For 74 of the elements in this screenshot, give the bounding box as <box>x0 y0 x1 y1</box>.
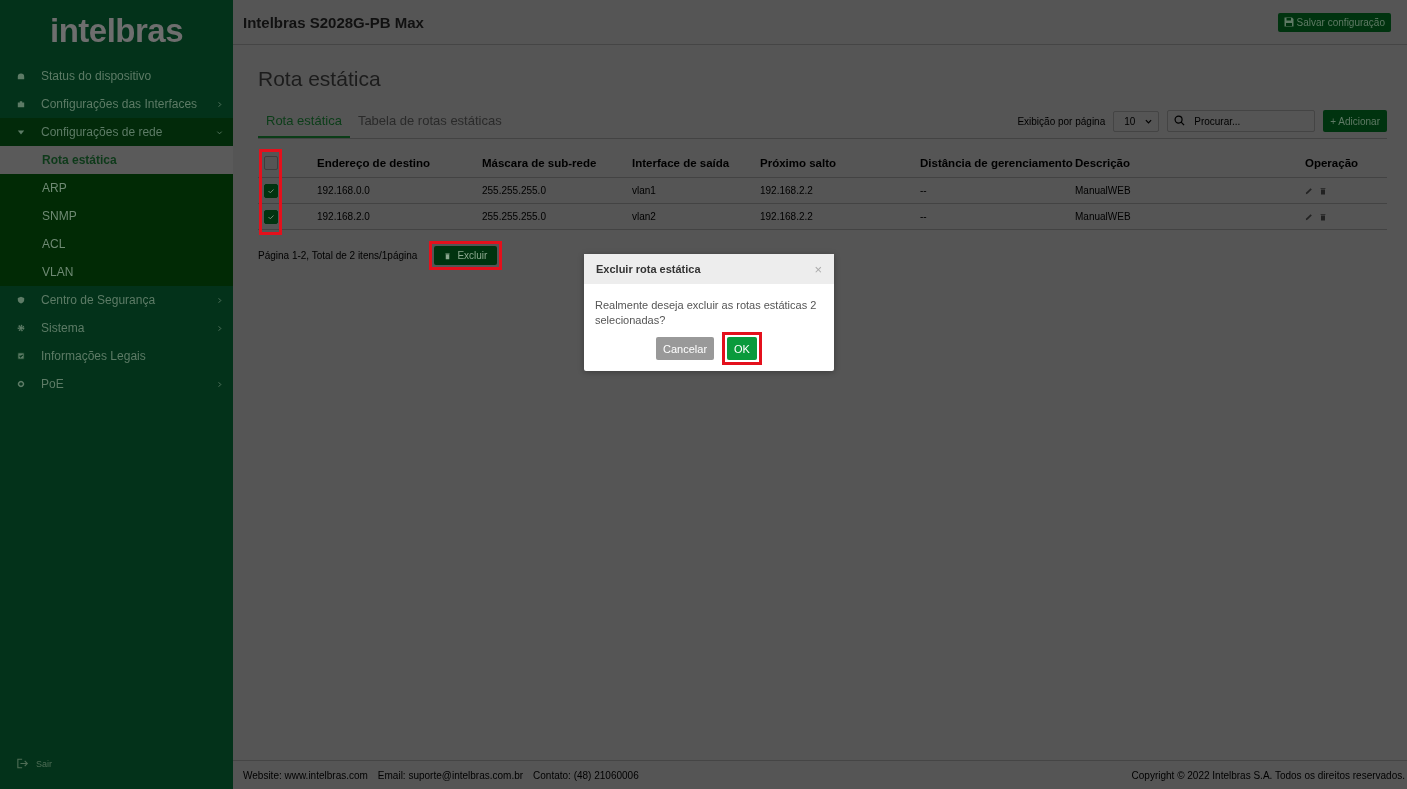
delete-icon[interactable] <box>1319 212 1327 221</box>
table-cell-text: 255.255.255.0 <box>482 185 547 196</box>
table-cell-text: 192.168.2.0 <box>317 211 371 222</box>
table-cell-text: 192.168.2.2 <box>760 211 814 222</box>
dialog-title: Excluir rota estática <box>596 263 701 275</box>
table-cell-text: 192.168.0.0 <box>317 185 371 196</box>
search-icon <box>1174 115 1186 126</box>
column-header: Próximo salto <box>760 157 838 169</box>
cancel-button[interactable]: Cancelar <box>656 337 715 360</box>
device-name: Intelbras S2028G-PB Max <box>243 13 424 31</box>
edit-icon[interactable] <box>1305 212 1313 221</box>
chevron-right-icon <box>216 100 223 108</box>
column-header: Máscara de sub-rede <box>482 157 598 169</box>
column-header: Operação <box>1305 157 1360 169</box>
caret-down-icon <box>17 128 25 136</box>
logo-text: intelbras <box>48 11 184 51</box>
sidebar-subitem[interactable]: Rota estática <box>0 146 233 174</box>
column-header: Interface de saída <box>632 157 731 169</box>
checkbox[interactable] <box>264 183 278 198</box>
close-button[interactable]: × <box>814 261 822 277</box>
sidebar-item[interactable]: Configurações das Interfaces <box>0 90 233 118</box>
column-header: Distância de gerenciamento <box>920 157 1074 169</box>
chevron-right-icon <box>216 380 223 388</box>
save-button[interactable]: Salvar configuração <box>1277 12 1391 32</box>
save-icon <box>1283 17 1294 27</box>
table-cell-text: -- <box>920 211 928 222</box>
sidebar-subitem[interactable]: ARP <box>0 174 233 202</box>
sidebar-item[interactable]: PoE <box>0 370 233 398</box>
footer-email: Email: suporte@intelbras.com.br <box>377 769 524 781</box>
table-cell-text: vlan1 <box>632 185 657 196</box>
sidebar-item[interactable]: Status do dispositivo <box>0 62 233 90</box>
sidebar-subitem[interactable]: ACL <box>0 230 233 258</box>
sidebar-subitem[interactable]: SNMP <box>0 202 233 230</box>
per-page-label: Exibição por página <box>1017 115 1106 127</box>
dialog-message: Realmente deseja excluir as rotas estáticas 2 selecionadas? <box>595 298 818 328</box>
chevron-right-icon <box>216 296 223 304</box>
table-cell-text: -- <box>920 185 928 196</box>
checkbox-icon <box>17 352 25 360</box>
delete-button[interactable]: Excluir <box>434 246 498 265</box>
checkbox[interactable] <box>264 156 278 170</box>
copyright-text: Copyright © 2022 Intelbras S.A. Todos os direitos reservados. <box>1131 769 1405 781</box>
column-header: Descrição <box>1075 157 1131 169</box>
logout-icon <box>17 758 29 769</box>
sidebar-item[interactable]: Sistema <box>0 314 233 342</box>
home-icon <box>17 72 25 80</box>
tab[interactable]: Rota estática <box>258 105 350 138</box>
column-header: Endereço de destino <box>317 157 432 169</box>
edit-icon[interactable] <box>1305 186 1313 195</box>
footer-website: Website: www.intelbras.com <box>243 769 368 781</box>
page-title: Rota estática <box>258 67 382 91</box>
chevron-right-icon <box>216 324 223 332</box>
gear-icon <box>17 324 25 332</box>
table-cell-text: 255.255.255.0 <box>482 211 547 222</box>
delete-icon[interactable] <box>1319 186 1327 195</box>
ok-button[interactable]: OK <box>727 337 757 360</box>
table-cell-text: ManualWEB <box>1075 211 1132 222</box>
table-cell-text: ManualWEB <box>1075 185 1132 196</box>
per-page-select[interactable]: 10 <box>1113 110 1160 132</box>
table-cell-text: 192.168.2.2 <box>760 185 814 196</box>
add-button[interactable]: + Adicionar <box>1323 110 1387 132</box>
search-field[interactable]: Procurar... <box>1167 110 1316 132</box>
sidebar-subitem[interactable]: VLAN <box>0 258 233 286</box>
checkbox[interactable] <box>264 209 278 224</box>
sidebar-item[interactable]: Informações Legais <box>0 342 233 370</box>
sidebar-item[interactable]: Configurações de rede <box>0 118 233 146</box>
shield-icon <box>17 296 25 304</box>
chevron-down-icon <box>1145 117 1153 125</box>
pagination-text: Página 1-2, Total de 2 itens/1página <box>258 250 418 261</box>
table-cell-text: vlan2 <box>632 211 657 222</box>
sidebar-item[interactable]: Centro de Segurança <box>0 286 233 314</box>
chevron-down-icon <box>216 128 223 136</box>
logout-link[interactable]: Sair <box>17 758 52 769</box>
briefcase-icon <box>17 100 25 108</box>
footer-contact: Contato: (48) 21060006 <box>533 769 639 781</box>
